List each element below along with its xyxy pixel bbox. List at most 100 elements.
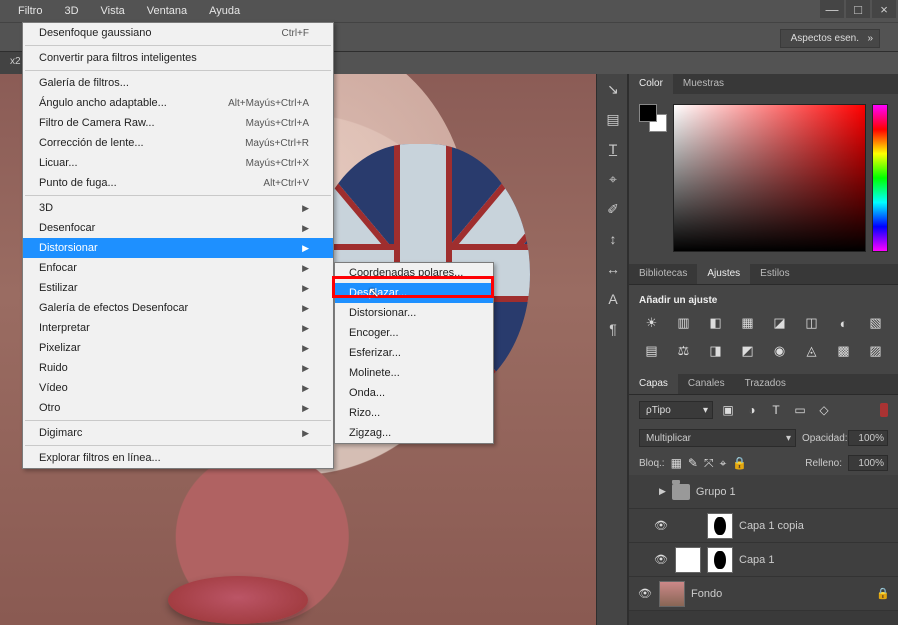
color-field[interactable] (673, 104, 866, 252)
menu-filtro[interactable]: Filtro (18, 5, 42, 17)
layer-row[interactable]: 👁 Fondo 🔒 (629, 577, 898, 611)
adj-icon[interactable]: ▨ (866, 342, 886, 360)
layer-row-group[interactable]: ▶ Grupo 1 (629, 475, 898, 509)
expand-icon[interactable]: ▶ (659, 486, 666, 497)
menu-item[interactable]: Corrección de lente...Mayús+Ctrl+R (23, 133, 333, 153)
minimize-button[interactable]: — (820, 0, 844, 18)
tab-muestras[interactable]: Muestras (673, 74, 734, 94)
adj-icon[interactable]: ◫ (802, 314, 822, 332)
adj-icon[interactable]: ◧ (706, 314, 726, 332)
dock-icon-5[interactable]: ↕ (597, 224, 629, 254)
layer-name[interactable]: Grupo 1 (696, 486, 736, 498)
menu-item[interactable]: Explorar filtros en línea... (23, 448, 333, 468)
menu-item[interactable]: Licuar...Mayús+Ctrl+X (23, 153, 333, 173)
layer-kind-dropdown[interactable]: ρ Tipo (639, 401, 713, 419)
dock-icon-2[interactable]: T̲ (597, 134, 629, 164)
lock-icon[interactable]: 🔒 (732, 456, 747, 470)
lock-icon[interactable]: ▦ (671, 456, 682, 470)
visibility-toggle[interactable]: 👁 (637, 587, 653, 600)
layer-name[interactable]: Fondo (691, 588, 722, 600)
dock-icon-8[interactable]: ¶ (597, 314, 629, 344)
lock-icon[interactable]: ✎ (688, 456, 698, 470)
dock-icon-1[interactable]: ▤ (597, 104, 629, 134)
menu-ayuda[interactable]: Ayuda (209, 5, 240, 17)
menu-ventana[interactable]: Ventana (147, 5, 187, 17)
layer-filter-icon[interactable]: ◑ (743, 401, 761, 419)
adj-icon[interactable]: ◪ (770, 314, 790, 332)
menu-item[interactable]: Punto de fuga...Alt+Ctrl+V (23, 173, 333, 193)
layer-filter-icon[interactable]: ▣ (719, 401, 737, 419)
dock-icon-3[interactable]: ⌖ (597, 164, 629, 194)
menu-item[interactable]: Enfocar▶ (23, 258, 333, 278)
submenu-item[interactable]: Desplazar... (335, 283, 493, 303)
layer-filter-icon[interactable]: T (767, 401, 785, 419)
lock-icon[interactable]: ⌖ (720, 456, 727, 471)
adj-icon[interactable]: ◨ (706, 342, 726, 360)
submenu-item[interactable]: Zigzag... (335, 423, 493, 443)
layer-mask-thumb[interactable] (707, 547, 733, 573)
menu-item[interactable]: Desenfocar▶ (23, 218, 333, 238)
submenu-item[interactable]: Coordenadas polares... (335, 263, 493, 283)
fg-bg-swatches[interactable] (639, 104, 667, 132)
layer-thumb[interactable] (659, 581, 685, 607)
submenu-item[interactable]: Encoger... (335, 323, 493, 343)
lock-icon[interactable]: ⤧ (704, 456, 714, 471)
tab-canales[interactable]: Canales (678, 374, 735, 394)
menu-item[interactable]: Interpretar▶ (23, 318, 333, 338)
layer-filter-icon[interactable]: ◇ (815, 401, 833, 419)
menu-item[interactable]: Convertir para filtros inteligentes (23, 48, 333, 68)
menu-item[interactable]: Desenfoque gaussianoCtrl+F (23, 23, 333, 43)
menu-item[interactable]: Ruido▶ (23, 358, 333, 378)
adj-icon[interactable]: ▦ (738, 314, 758, 332)
adj-icon[interactable]: ◉ (770, 342, 790, 360)
dock-icon-6[interactable]: ↔ (597, 254, 629, 284)
menu-3d[interactable]: 3D (64, 5, 78, 17)
adj-icon[interactable]: ▧ (866, 314, 886, 332)
layer-name[interactable]: Capa 1 copia (739, 520, 804, 532)
submenu-item[interactable]: Distorsionar... (335, 303, 493, 323)
tab-capas[interactable]: Capas (629, 374, 678, 394)
hue-slider[interactable] (872, 104, 888, 252)
layer-row[interactable]: 👁 Capa 1 (629, 543, 898, 577)
adj-icon[interactable]: ▩ (834, 342, 854, 360)
layer-filter-icon[interactable]: ▭ (791, 401, 809, 419)
maximize-button[interactable]: □ (846, 0, 870, 18)
submenu-item[interactable]: Onda... (335, 383, 493, 403)
menu-item[interactable]: 3D▶ (23, 198, 333, 218)
layer-name[interactable]: Capa 1 (739, 554, 774, 566)
menu-item[interactable]: Galería de filtros... (23, 73, 333, 93)
tab-trazados[interactable]: Trazados (735, 374, 796, 394)
layer-filter-toggle[interactable] (880, 403, 888, 417)
menu-item[interactable]: Filtro de Camera Raw...Mayús+Ctrl+A (23, 113, 333, 133)
menu-item[interactable]: Galería de efectos Desenfocar▶ (23, 298, 333, 318)
menu-item[interactable]: Pixelizar▶ (23, 338, 333, 358)
adj-icon[interactable]: ◬ (802, 342, 822, 360)
adj-icon[interactable]: ◩ (738, 342, 758, 360)
submenu-item[interactable]: Esferizar... (335, 343, 493, 363)
layer-row[interactable]: 👁 Capa 1 copia (629, 509, 898, 543)
menu-item[interactable]: Otro▶ (23, 398, 333, 418)
dock-icon-0[interactable]: ↘ (597, 74, 629, 104)
adj-icon[interactable]: ▥ (674, 314, 694, 332)
visibility-toggle[interactable]: 👁 (653, 553, 669, 566)
fg-swatch[interactable] (639, 104, 657, 122)
menu-item[interactable]: Ángulo ancho adaptable...Alt+Mayús+Ctrl+… (23, 93, 333, 113)
menu-item[interactable]: Estilizar▶ (23, 278, 333, 298)
fill-value[interactable]: 100% (848, 455, 888, 471)
tab-color[interactable]: Color (629, 74, 673, 94)
layer-mask-thumb[interactable] (707, 513, 733, 539)
menu-item[interactable]: Distorsionar▶ (23, 238, 333, 258)
adj-icon[interactable]: ▤ (642, 342, 662, 360)
close-button[interactable]: × (872, 0, 896, 18)
tab-estilos[interactable]: Estilos (750, 264, 799, 284)
adj-icon[interactable]: ◐ (834, 314, 854, 332)
tab-ajustes[interactable]: Ajustes (697, 264, 750, 284)
submenu-item[interactable]: Molinete... (335, 363, 493, 383)
adj-icon[interactable]: ☀ (642, 314, 662, 332)
workspace-switcher[interactable]: Aspectos esen. (780, 29, 880, 48)
menu-vista[interactable]: Vista (101, 5, 125, 17)
submenu-item[interactable]: Rizo... (335, 403, 493, 423)
tab-bibliotecas[interactable]: Bibliotecas (629, 264, 697, 284)
dock-icon-4[interactable]: ✐ (597, 194, 629, 224)
menu-item[interactable]: Vídeo▶ (23, 378, 333, 398)
